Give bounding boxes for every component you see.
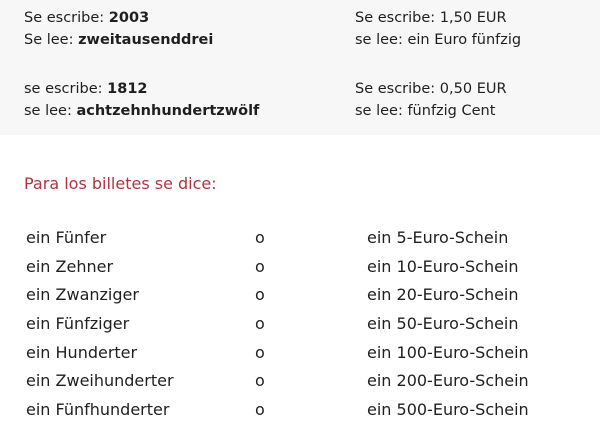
read-value: achtzehnhundertzwölf xyxy=(76,103,260,119)
read-value: ein Euro fünfzig xyxy=(407,32,522,48)
colloquial-name: ein Fünfer xyxy=(26,228,107,247)
colloquial-name: ein Zwanziger xyxy=(26,285,139,305)
example-year-2003: Se escribe: 2003 Se lee: zweitausenddrei xyxy=(24,7,213,51)
conjunction: o xyxy=(255,342,265,362)
written-label: Se escribe: xyxy=(24,10,109,26)
read-label: se lee: xyxy=(24,103,77,119)
colloquial-name: ein Zehner xyxy=(26,256,114,276)
list-item: ein Zwanziger o ein 20-Euro-Schein xyxy=(0,285,600,314)
colloquial-name: ein Fünfhunderter xyxy=(26,400,170,420)
example-year-1812: se escribe: 1812 se lee: achtzehnhundert… xyxy=(24,78,259,122)
list-item: ein Fünfhunderter o ein 500-Euro-Schein xyxy=(0,400,600,429)
conjunction: o xyxy=(255,400,265,420)
written-value: 1,50 EUR xyxy=(439,10,507,26)
list-item: ein Fünfziger o ein 50-Euro-Schein xyxy=(0,314,600,343)
list-item: ein Fünfer o ein 5-Euro-Schein xyxy=(0,228,600,257)
colloquial-name: ein Zweihunderter xyxy=(26,371,174,391)
formal-name: ein 50-Euro-Schein xyxy=(367,314,519,334)
conjunction: o xyxy=(255,371,265,391)
written-line: Se escribe: 1,50 EUR xyxy=(355,7,521,29)
written-line: Se escribe: 2003 xyxy=(24,7,213,29)
colloquial-name: ein Fünfziger xyxy=(26,314,130,334)
written-label: Se escribe: xyxy=(355,10,440,26)
formal-name: ein 200-Euro-Schein xyxy=(367,371,529,391)
written-value: 0,50 EUR xyxy=(439,81,507,97)
example-price-0-50: Se escribe: 0,50 EUR se lee: fünfzig Cen… xyxy=(355,78,507,122)
conjunction: o xyxy=(255,314,265,334)
read-value: zweitausenddrei xyxy=(78,32,214,48)
read-line: se lee: ein Euro fünfzig xyxy=(355,29,521,51)
formal-name: ein 5-Euro-Schein xyxy=(367,228,509,247)
banknote-list: ein Fünfer o ein 5-Euro-Schein ein Zehne… xyxy=(0,228,600,429)
formal-name: ein 100-Euro-Schein xyxy=(367,342,529,362)
read-label: se lee: xyxy=(355,103,408,119)
list-item: ein Zehner o ein 10-Euro-Schein xyxy=(0,257,600,286)
formal-name: ein 10-Euro-Schein xyxy=(367,256,519,276)
written-value: 1812 xyxy=(107,81,148,97)
read-line: se lee: achtzehnhundertzwölf xyxy=(24,100,259,122)
example-price-1-50: Se escribe: 1,50 EUR se lee: ein Euro fü… xyxy=(355,7,521,51)
written-label: se escribe: xyxy=(24,81,108,97)
written-line: Se escribe: 0,50 EUR xyxy=(355,78,507,100)
written-line: se escribe: 1812 xyxy=(24,78,259,100)
section-heading: Para los billetes se dice: xyxy=(24,174,217,193)
read-label: se lee: xyxy=(355,32,408,48)
conjunction: o xyxy=(255,285,265,305)
conjunction: o xyxy=(255,256,265,276)
written-value: 2003 xyxy=(108,10,150,26)
conjunction: o xyxy=(255,228,265,247)
formal-name: ein 20-Euro-Schein xyxy=(367,285,519,305)
read-label: Se lee: xyxy=(24,32,79,48)
colloquial-name: ein Hunderter xyxy=(26,342,138,362)
read-line: se lee: fünfzig Cent xyxy=(355,100,507,122)
formal-name: ein 500-Euro-Schein xyxy=(367,400,529,420)
read-value: fünfzig Cent xyxy=(407,103,496,119)
list-item: ein Zweihunderter o ein 200-Euro-Schein xyxy=(0,371,600,400)
written-label: Se escribe: xyxy=(355,81,440,97)
read-line: Se lee: zweitausenddrei xyxy=(24,29,213,51)
list-item: ein Hunderter o ein 100-Euro-Schein xyxy=(0,343,600,372)
